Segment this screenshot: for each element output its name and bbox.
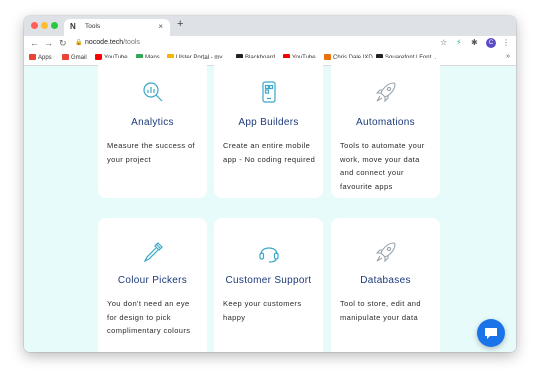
tab-strip: N Tools × + — [24, 16, 516, 36]
browser-toolbar: ← → ↻ 🔒 nocode.tech/tools ☆ ⚡ ✱ C ⋮ — [24, 36, 516, 51]
card-description: Create an entire mobile app - No coding … — [223, 141, 316, 164]
tool-card-app-builders[interactable]: App Builders Create an entire mobile app… — [214, 58, 323, 198]
minimize-window-button[interactable] — [41, 22, 48, 29]
extensions-puzzle-icon[interactable]: ✱ — [471, 38, 478, 47]
bookmark-item[interactable]: Apps — [29, 54, 52, 61]
tab-title: Tools — [85, 23, 101, 30]
browser-tab[interactable]: N Tools × — [64, 19, 170, 36]
chat-button[interactable] — [477, 319, 505, 347]
tool-card-automations[interactable]: Automations Tools to automate your work,… — [331, 58, 440, 198]
card-description: Measure the success of your project — [107, 141, 196, 164]
tab-close-icon[interactable]: × — [158, 22, 163, 31]
card-title: Colour Pickers — [117, 275, 188, 286]
eyedropper-icon — [98, 240, 207, 269]
gmail-icon — [62, 54, 69, 60]
bookmark-favicon-icon — [324, 54, 331, 60]
back-icon[interactable]: ← — [30, 38, 39, 48]
mobile-app-icon — [214, 80, 323, 109]
headset-icon — [214, 240, 323, 269]
url-path: /tools — [123, 39, 140, 46]
tool-card-analytics[interactable]: Analytics Measure the success of your pr… — [98, 58, 207, 198]
rocket-icon — [331, 80, 440, 109]
bookmark-star-icon[interactable]: ☆ — [440, 38, 447, 47]
tool-card-databases[interactable]: Databases Tool to store, edit and manipu… — [331, 218, 440, 352]
card-description: You don't need an eye for design to pick… — [107, 299, 191, 335]
lock-icon: 🔒 — [75, 40, 83, 46]
url-domain: nocode.tech — [85, 39, 124, 46]
bookmarks-overflow-icon[interactable]: » — [506, 53, 510, 60]
maximize-window-button[interactable] — [51, 22, 58, 29]
page-content: Analytics Measure the success of your pr… — [24, 58, 516, 352]
extension-icon[interactable]: ⚡ — [456, 38, 462, 47]
rocket-icon — [331, 240, 440, 269]
browser-window: N Tools × + ← → ↻ 🔒 nocode.tech/tools ☆ … — [24, 16, 516, 352]
card-description: Tools to automate your work, move your d… — [340, 141, 425, 191]
analytics-magnifier-icon — [98, 80, 207, 109]
bookmark-item[interactable]: Gmail — [62, 54, 87, 61]
tool-card-colour-pickers[interactable]: Colour Pickers You don't need an eye for… — [98, 218, 207, 352]
tool-card-customer-support[interactable]: Customer Support Keep your customers hap… — [214, 218, 323, 352]
forward-icon[interactable]: → — [44, 38, 53, 48]
new-tab-icon[interactable]: + — [177, 18, 183, 30]
card-title: Databases — [360, 275, 411, 286]
close-window-button[interactable] — [31, 22, 38, 29]
menu-kebab-icon[interactable]: ⋮ — [502, 38, 510, 47]
card-title: Analytics — [131, 117, 174, 128]
card-title: Customer Support — [225, 275, 312, 286]
card-title: App Builders — [238, 117, 299, 128]
card-title: Automations — [356, 117, 415, 128]
site-favicon-icon: N — [70, 22, 76, 31]
card-description: Keep your customers happy — [223, 299, 302, 322]
chat-icon — [485, 328, 497, 339]
profile-avatar[interactable]: C — [486, 38, 496, 48]
address-bar[interactable]: nocode.tech/tools — [85, 39, 140, 46]
card-description: Tool to store, edit and manipulate your … — [340, 299, 421, 322]
apps-grid-icon — [29, 54, 36, 60]
reload-icon[interactable]: ↻ — [59, 38, 67, 49]
